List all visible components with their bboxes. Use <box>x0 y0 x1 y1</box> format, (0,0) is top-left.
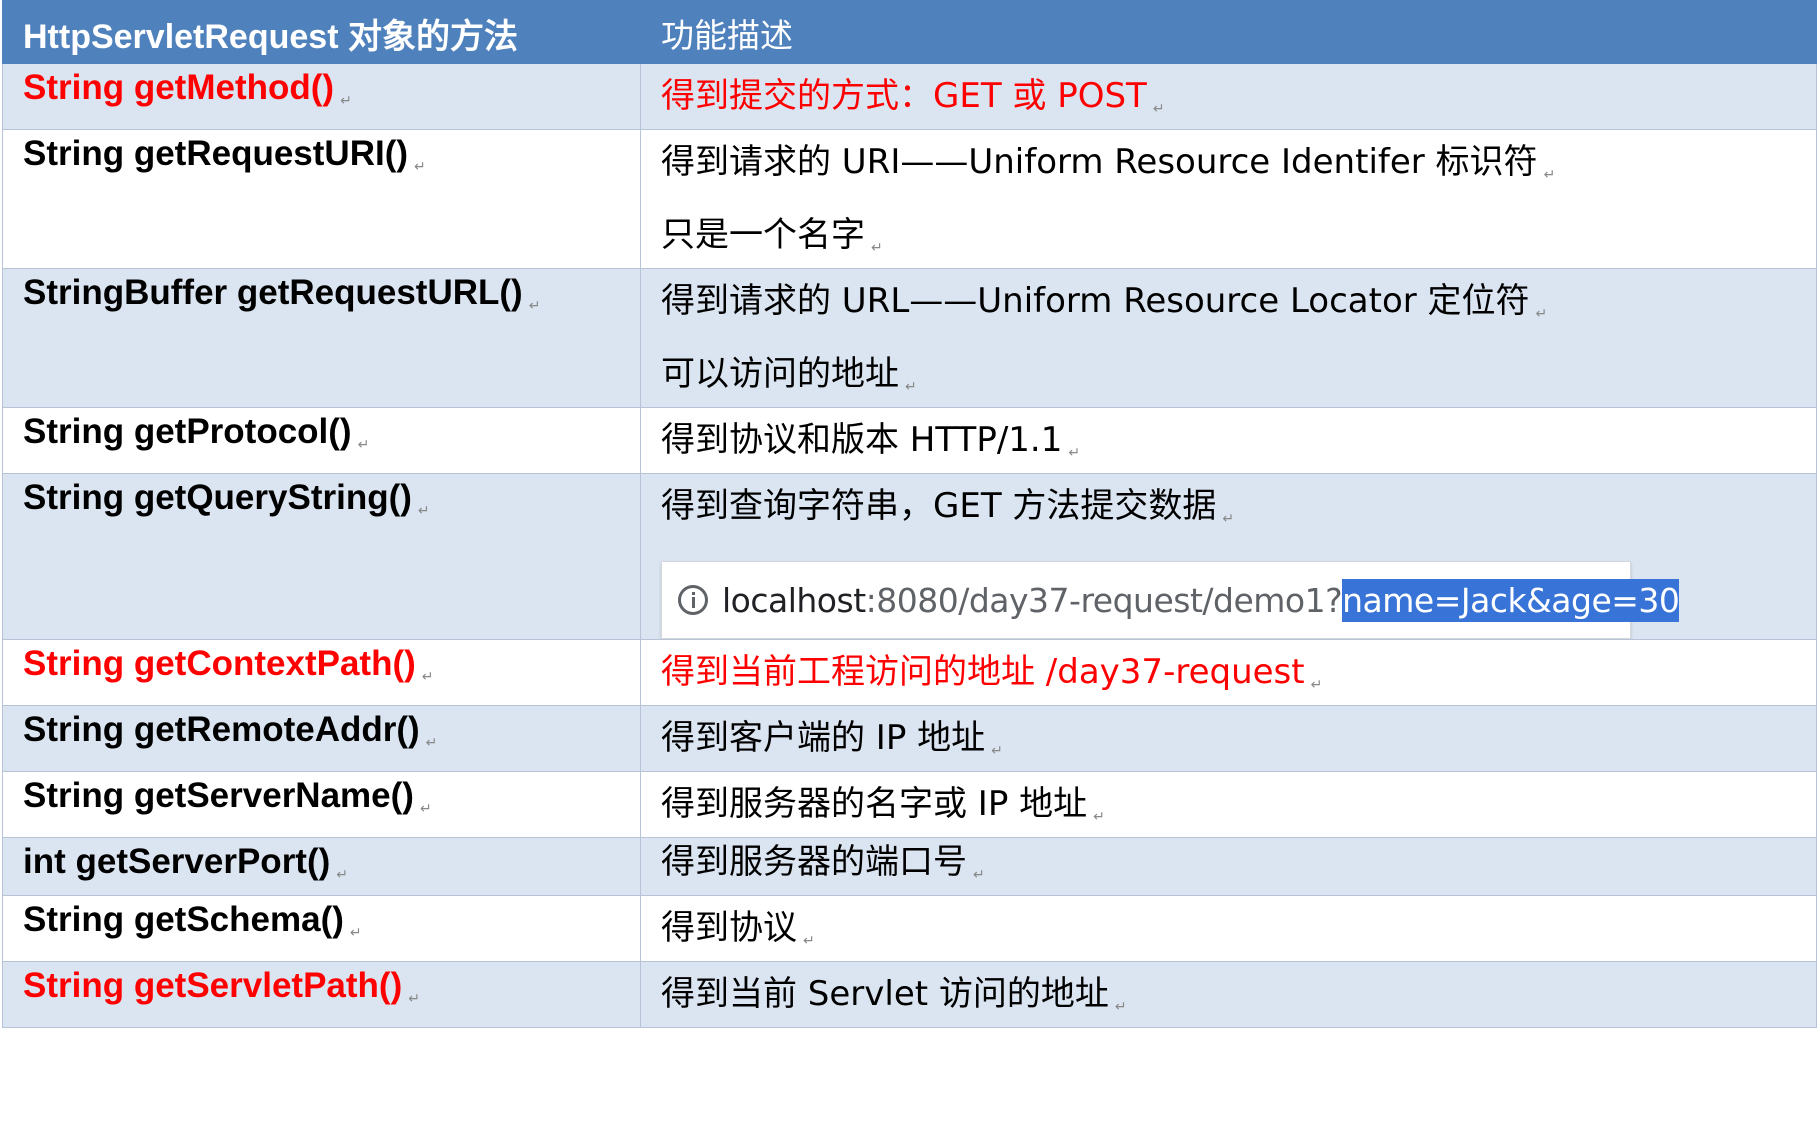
info-icon <box>678 585 708 615</box>
header-cell-method: HttpServletRequest 对象的方法 <box>2 0 641 64</box>
method-description: 得到请求的 URI——Uniform Resource Identifer 标识… <box>661 142 1556 183</box>
table-row: String getRequestURI() ↵ 得到请求的 URI——Unifo… <box>2 129 1817 269</box>
method-name: StringBuffer getRequestURL() ↵ <box>23 273 541 313</box>
address-url: localhost:8080/day37-request/demo1?name=… <box>722 578 1680 622</box>
description-cell: 得到请求的 URL——Uniform Resource Locator 定位符 ↵… <box>640 268 1817 408</box>
method-description: 得到服务器的名字或 IP 地址 ↵ <box>661 784 1105 825</box>
method-description: 得到客户端的 IP 地址 ↵ <box>661 718 1003 759</box>
method-table: HttpServletRequest 对象的方法 功能描述 String get… <box>2 0 1817 1028</box>
table-row: String getServerName() ↵ 得到服务器的名字或 IP 地址 ↵ <box>2 771 1817 838</box>
method-description: 得到提交的方式：GET 或 POST ↵ <box>661 76 1165 117</box>
method-name: String getRemoteAddr() ↵ <box>23 710 438 750</box>
description-cell: 得到请求的 URI——Uniform Resource Identifer 标识… <box>640 129 1817 269</box>
description-cell: 得到查询字符串，GET 方法提交数据 ↵ localhost:8080/day37… <box>640 473 1817 640</box>
method-cell: String getSchema() ↵ <box>2 895 641 962</box>
url-query-selected: name=Jack&age=30 <box>1342 578 1680 622</box>
method-cell: String getMethod() ↵ <box>2 63 641 130</box>
description-cell: 得到提交的方式：GET 或 POST ↵ <box>640 63 1817 130</box>
method-description: 得到协议和版本 HTTP/1.1 ↵ <box>661 420 1081 461</box>
description-cell: 得到服务器的名字或 IP 地址 ↵ <box>640 771 1817 838</box>
description-cell: 得到协议 ↵ <box>640 895 1817 962</box>
header-cell-description: 功能描述 <box>640 0 1817 64</box>
method-name: String getServerName() ↵ <box>23 776 432 816</box>
method-name: int getServerPort() ↵ <box>23 842 349 882</box>
browser-address-bar: localhost:8080/day37-request/demo1?name=… <box>661 561 1680 639</box>
method-cell: int getServerPort() ↵ <box>2 837 641 896</box>
description-cell: 得到当前工程访问的地址 /day37-request ↵ <box>640 639 1817 706</box>
method-name: String getProtocol() ↵ <box>23 412 370 452</box>
method-description: 得到当前工程访问的地址 /day37-request ↵ <box>661 652 1323 693</box>
table-row: String getRemoteAddr() ↵ 得到客户端的 IP 地址 ↵ <box>2 705 1817 772</box>
table-row: String getProtocol() ↵ 得到协议和版本 HTTP/1.1 ↵ <box>2 407 1817 474</box>
method-name: String getServletPath() ↵ <box>23 966 420 1006</box>
method-description-note: 可以访问的地址 ↵ <box>661 354 917 395</box>
table-row: StringBuffer getRequestURL() ↵ 得到请求的 URL—… <box>2 268 1817 408</box>
method-name: String getContextPath() ↵ <box>23 644 434 684</box>
method-cell: String getQueryString() ↵ <box>2 473 641 640</box>
url-path: :8080/day37-request/demo1? <box>865 580 1343 620</box>
method-cell: String getRequestURI() ↵ <box>2 129 641 269</box>
method-name: String getSchema() ↵ <box>23 900 362 940</box>
description-cell: 得到服务器的端口号 ↵ <box>640 837 1817 896</box>
url-host: localhost <box>722 580 866 620</box>
description-cell: 得到协议和版本 HTTP/1.1 ↵ <box>640 407 1817 474</box>
method-name: String getMethod() ↵ <box>23 68 352 108</box>
method-cell: StringBuffer getRequestURL() ↵ <box>2 268 641 408</box>
method-cell: String getContextPath() ↵ <box>2 639 641 706</box>
method-cell: String getRemoteAddr() ↵ <box>2 705 641 772</box>
description-cell: 得到当前 Servlet 访问的地址 ↵ <box>640 961 1817 1028</box>
table-row: int getServerPort() ↵ 得到服务器的端口号 ↵ <box>2 837 1817 896</box>
table-row: String getSchema() ↵ 得到协议 ↵ <box>2 895 1817 962</box>
table-row: String getContextPath() ↵ 得到当前工程访问的地址 /da… <box>2 639 1817 706</box>
table-row: String getServletPath() ↵ 得到当前 Servlet 访问… <box>2 961 1817 1028</box>
paragraph-mark: ↵ <box>1628 635 1640 639</box>
header-row: HttpServletRequest 对象的方法 功能描述 <box>2 0 1817 64</box>
method-cell: String getServletPath() ↵ <box>2 961 641 1028</box>
header-method-label: HttpServletRequest 对象的方法 <box>23 18 518 56</box>
method-description: 得到查询字符串，GET 方法提交数据 ↵ <box>661 486 1235 527</box>
method-cell: String getServerName() ↵ <box>2 771 641 838</box>
method-description: 得到协议 ↵ <box>661 908 815 949</box>
table-row: String getQueryString() ↵ 得到查询字符串，GET 方法提… <box>2 473 1817 640</box>
table-row: String getMethod() ↵ 得到提交的方式：GET 或 POST ↵ <box>2 63 1817 130</box>
method-cell: String getProtocol() ↵ <box>2 407 641 474</box>
method-name: String getQueryString() ↵ <box>23 478 430 518</box>
header-description-label: 功能描述 <box>661 16 793 55</box>
method-description-note: 只是一个名字 ↵ <box>661 215 883 256</box>
method-description: 得到请求的 URL——Uniform Resource Locator 定位符 ↵ <box>661 281 1548 322</box>
method-description: 得到当前 Servlet 访问的地址 ↵ <box>661 974 1127 1015</box>
method-table-container: HttpServletRequest 对象的方法 功能描述 String get… <box>2 0 1817 1028</box>
description-cell: 得到客户端的 IP 地址 ↵ <box>640 705 1817 772</box>
method-description: 得到服务器的端口号 ↵ <box>661 842 985 883</box>
method-name: String getRequestURI() ↵ <box>23 134 426 174</box>
